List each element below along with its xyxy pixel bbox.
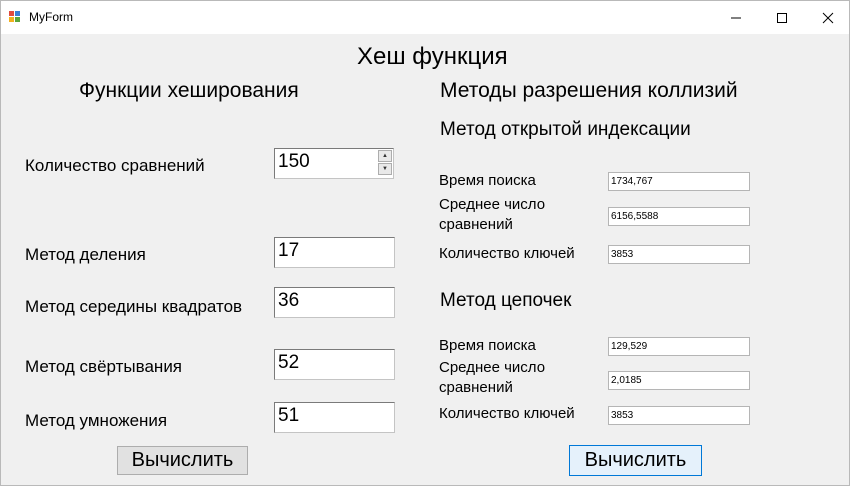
hash-functions-title: Функции хеширования bbox=[79, 79, 299, 102]
spinner-buttons: ▲ ▼ bbox=[378, 150, 392, 176]
comparisons-label: Количество сравнений bbox=[25, 156, 205, 175]
chain-search-time-label: Время поиска bbox=[439, 337, 536, 354]
maximize-button[interactable] bbox=[759, 1, 805, 34]
minimize-button[interactable] bbox=[713, 1, 759, 34]
compute-collision-button[interactable]: Вычислить bbox=[569, 445, 702, 476]
multiplication-method-label: Метод умножения bbox=[25, 411, 168, 430]
multiplication-method-field[interactable]: 51 bbox=[274, 402, 395, 433]
title-bar[interactable]: MyForm bbox=[1, 1, 849, 34]
page-title: Хеш функция bbox=[357, 43, 508, 70]
open-search-time-field[interactable]: 1734,767 bbox=[608, 172, 750, 191]
compute-hash-button[interactable]: Вычислить bbox=[117, 446, 248, 475]
chain-search-time-field[interactable]: 129,529 bbox=[608, 337, 750, 356]
close-button[interactable] bbox=[805, 1, 851, 34]
chaining-title: Метод цепочек bbox=[440, 290, 572, 311]
open-key-count-field[interactable]: 3853 bbox=[608, 245, 750, 264]
mid-square-method-label: Метод середины квадратов bbox=[25, 297, 243, 316]
open-avg-comparisons-field[interactable]: 6156,5588 bbox=[608, 207, 750, 226]
chain-key-count-field[interactable]: 3853 bbox=[608, 406, 750, 425]
minimize-icon bbox=[731, 17, 741, 18]
spin-up-icon[interactable]: ▲ bbox=[378, 150, 392, 162]
close-icon bbox=[822, 12, 834, 23]
spin-down-icon[interactable]: ▼ bbox=[378, 163, 392, 175]
comparisons-spinner[interactable]: 150 ▲ ▼ bbox=[274, 148, 394, 179]
window-title: MyForm bbox=[29, 10, 73, 24]
mid-square-method-field[interactable]: 36 bbox=[274, 287, 395, 318]
folding-method-field[interactable]: 52 bbox=[274, 349, 395, 380]
chain-avg-comparisons-field[interactable]: 2,0185 bbox=[608, 371, 750, 390]
maximize-icon bbox=[777, 12, 787, 23]
collision-methods-title: Методы разрешения коллизий bbox=[440, 79, 738, 102]
open-avg-comparisons-label: Среднее число сравнений bbox=[439, 196, 546, 233]
folding-method-label: Метод свёртывания bbox=[25, 357, 183, 376]
open-search-time-label: Время поиска bbox=[439, 172, 536, 189]
division-method-label: Метод деления bbox=[25, 245, 146, 264]
app-icon bbox=[9, 11, 21, 23]
division-method-field[interactable]: 17 bbox=[274, 237, 395, 268]
app-window: MyForm Хеш функция Функции хеширования К… bbox=[0, 0, 850, 486]
open-indexing-title: Метод открытой индексации bbox=[440, 119, 691, 140]
comparisons-value: 150 bbox=[278, 151, 310, 172]
chain-key-count-label: Количество ключей bbox=[439, 405, 575, 422]
chain-avg-comparisons-label: Среднее число сравнений bbox=[439, 359, 546, 396]
open-key-count-label: Количество ключей bbox=[439, 245, 575, 262]
